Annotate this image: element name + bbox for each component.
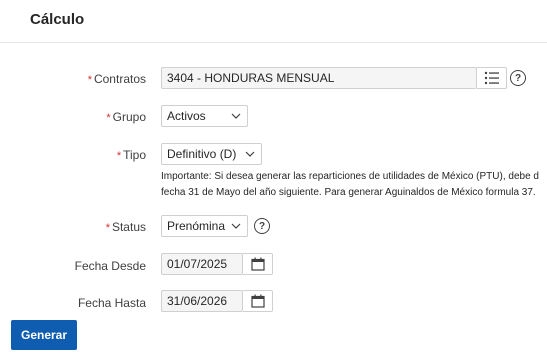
- page-title: Cálculo: [30, 11, 85, 28]
- tipo-note-line1: Importante: Si desea generar las reparti…: [161, 171, 539, 182]
- grupo-label: * Grupo: [106, 110, 146, 124]
- contratos-input[interactable]: 3404 - HONDURAS MENSUAL: [161, 67, 477, 89]
- contratos-help-icon[interactable]: ?: [510, 70, 526, 86]
- fecha-hasta-input[interactable]: 31/06/2026: [161, 290, 243, 312]
- tipo-select[interactable]: Definitivo (D): [161, 143, 262, 165]
- grupo-select[interactable]: Activos: [161, 105, 248, 127]
- chevron-down-icon: [231, 113, 241, 119]
- required-marker: *: [105, 222, 110, 234]
- status-value: Prenómina: [167, 219, 226, 233]
- tipo-value: Definitivo (D): [167, 147, 237, 161]
- status-label-text: Status: [111, 220, 146, 234]
- required-marker: *: [116, 150, 122, 162]
- tipo-note-line2: fecha 31 de Mayo del año siguiente. Para…: [161, 187, 536, 198]
- status-help-icon[interactable]: ?: [254, 218, 270, 234]
- contratos-label-text: Contratos: [93, 72, 146, 86]
- fecha-hasta-calendar-button[interactable]: [243, 290, 273, 312]
- grupo-value: Activos: [167, 109, 206, 123]
- chevron-down-icon: [231, 223, 241, 229]
- calendar-icon: [250, 294, 265, 308]
- required-marker: *: [106, 112, 111, 124]
- generar-button[interactable]: Generar: [11, 320, 77, 350]
- fecha-desde-label: Fecha Desde: [74, 259, 146, 273]
- contratos-value: 3404 - HONDURAS MENSUAL: [167, 71, 335, 85]
- contratos-label: * Contratos: [88, 72, 146, 86]
- tipo-label-text: Tipo: [123, 148, 146, 162]
- list-icon: [484, 71, 499, 85]
- chevron-down-icon: [245, 151, 255, 157]
- page-header: Cálculo: [0, 0, 547, 43]
- grupo-label-text: Grupo: [112, 110, 146, 124]
- tipo-label: * Tipo: [117, 148, 146, 162]
- status-label: * Status: [106, 220, 146, 234]
- fecha-desde-value: 01/07/2025: [167, 257, 228, 271]
- contratos-list-button[interactable]: [477, 67, 507, 89]
- fecha-hasta-value: 31/06/2026: [167, 294, 228, 308]
- fecha-hasta-label: Fecha Hasta: [77, 296, 146, 310]
- calendar-icon: [250, 257, 265, 271]
- required-marker: *: [87, 74, 92, 86]
- fecha-desde-input[interactable]: 01/07/2025: [161, 253, 243, 275]
- tipo-note: Importante: Si desea generar las reparti…: [161, 169, 547, 201]
- status-select[interactable]: Prenómina: [161, 215, 248, 237]
- fecha-desde-calendar-button[interactable]: [243, 253, 273, 275]
